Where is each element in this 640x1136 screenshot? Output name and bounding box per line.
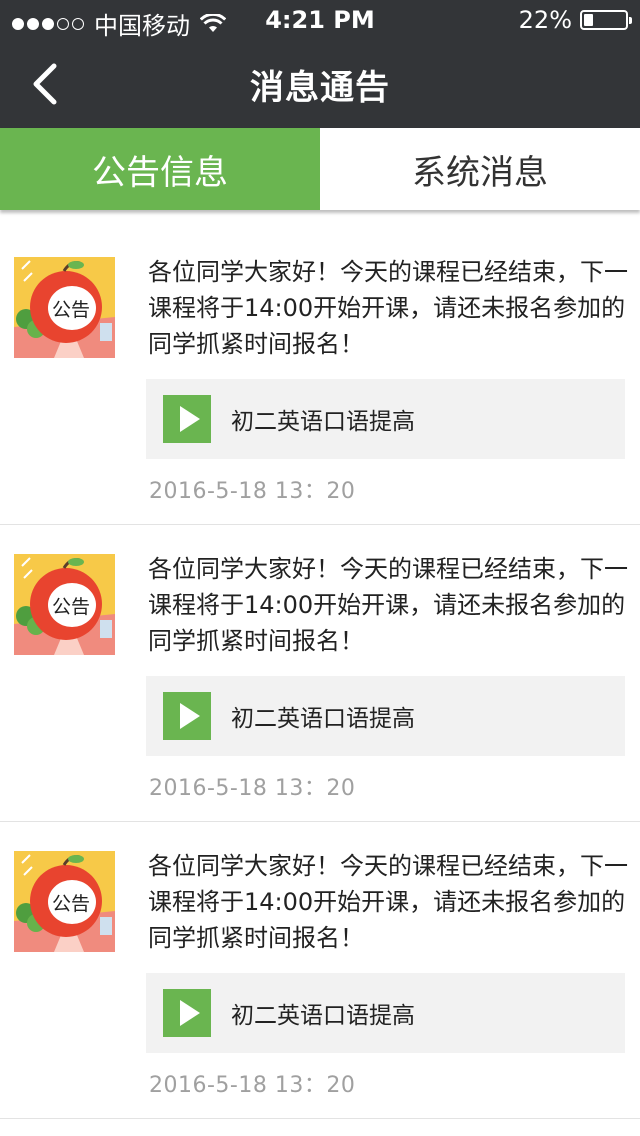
course-name: 初二英语口语提高 <box>231 706 415 732</box>
list-item[interactable]: 公告 各位同学大家好！今天的课程已经结束，下一课程将于14:00开始开课，请还未… <box>0 822 640 1119</box>
battery-level <box>584 14 593 26</box>
announcement-text: 各位同学大家好！今天的课程已经结束，下一课程将于14:00开始开课，请还未报名参… <box>148 258 628 358</box>
announcement-avatar: 公告 <box>14 851 115 952</box>
play-icon[interactable] <box>163 395 211 443</box>
page-title: 消息通告 <box>250 68 390 108</box>
announcement-avatar: 公告 <box>14 554 115 655</box>
course-card[interactable]: 初二英语口语提高 <box>146 676 625 756</box>
course-card[interactable]: 初二英语口语提高 <box>146 973 625 1053</box>
avatar-label: 公告 <box>52 596 91 618</box>
tab-announcements[interactable]: 公告信息 <box>0 128 320 210</box>
status-bar: 中国移动 4:21 PM 22% <box>0 0 640 40</box>
course-name: 初二英语口语提高 <box>231 1003 415 1029</box>
avatar-label: 公告 <box>52 299 91 321</box>
list-item[interactable]: 公告 各位同学大家好！今天的课程已经结束，下一课程将于14:00开始开课，请还未… <box>0 228 640 525</box>
list-item[interactable]: 公告 各位同学大家好！今天的课程已经结束，下一课程将于14:00开始开课，请还未… <box>0 525 640 822</box>
battery-icon <box>580 10 632 30</box>
announcement-text: 各位同学大家好！今天的课程已经结束，下一课程将于14:00开始开课，请还未报名参… <box>148 852 628 952</box>
nav-bar: 消息通告 <box>0 40 640 128</box>
course-name: 初二英语口语提高 <box>231 409 415 435</box>
tab-system-messages[interactable]: 系统消息 <box>320 128 640 210</box>
tab-bar: 公告信息 系统消息 <box>0 128 640 210</box>
battery-percent: 22% <box>518 6 572 34</box>
announcement-timestamp: 2016-5-18 13：20 <box>149 776 356 801</box>
announcement-avatar: 公告 <box>14 257 115 358</box>
play-icon[interactable] <box>163 989 211 1037</box>
course-card[interactable]: 初二英语口语提高 <box>146 379 625 459</box>
announcement-list: 公告 各位同学大家好！今天的课程已经结束，下一课程将于14:00开始开课，请还未… <box>0 228 640 1119</box>
status-right: 22% <box>518 6 632 34</box>
announcement-timestamp: 2016-5-18 13：20 <box>149 1073 356 1098</box>
announcement-text: 各位同学大家好！今天的课程已经结束，下一课程将于14:00开始开课，请还未报名参… <box>148 555 628 655</box>
play-icon[interactable] <box>163 692 211 740</box>
avatar-label: 公告 <box>52 893 91 915</box>
announcement-timestamp: 2016-5-18 13：20 <box>149 479 356 504</box>
